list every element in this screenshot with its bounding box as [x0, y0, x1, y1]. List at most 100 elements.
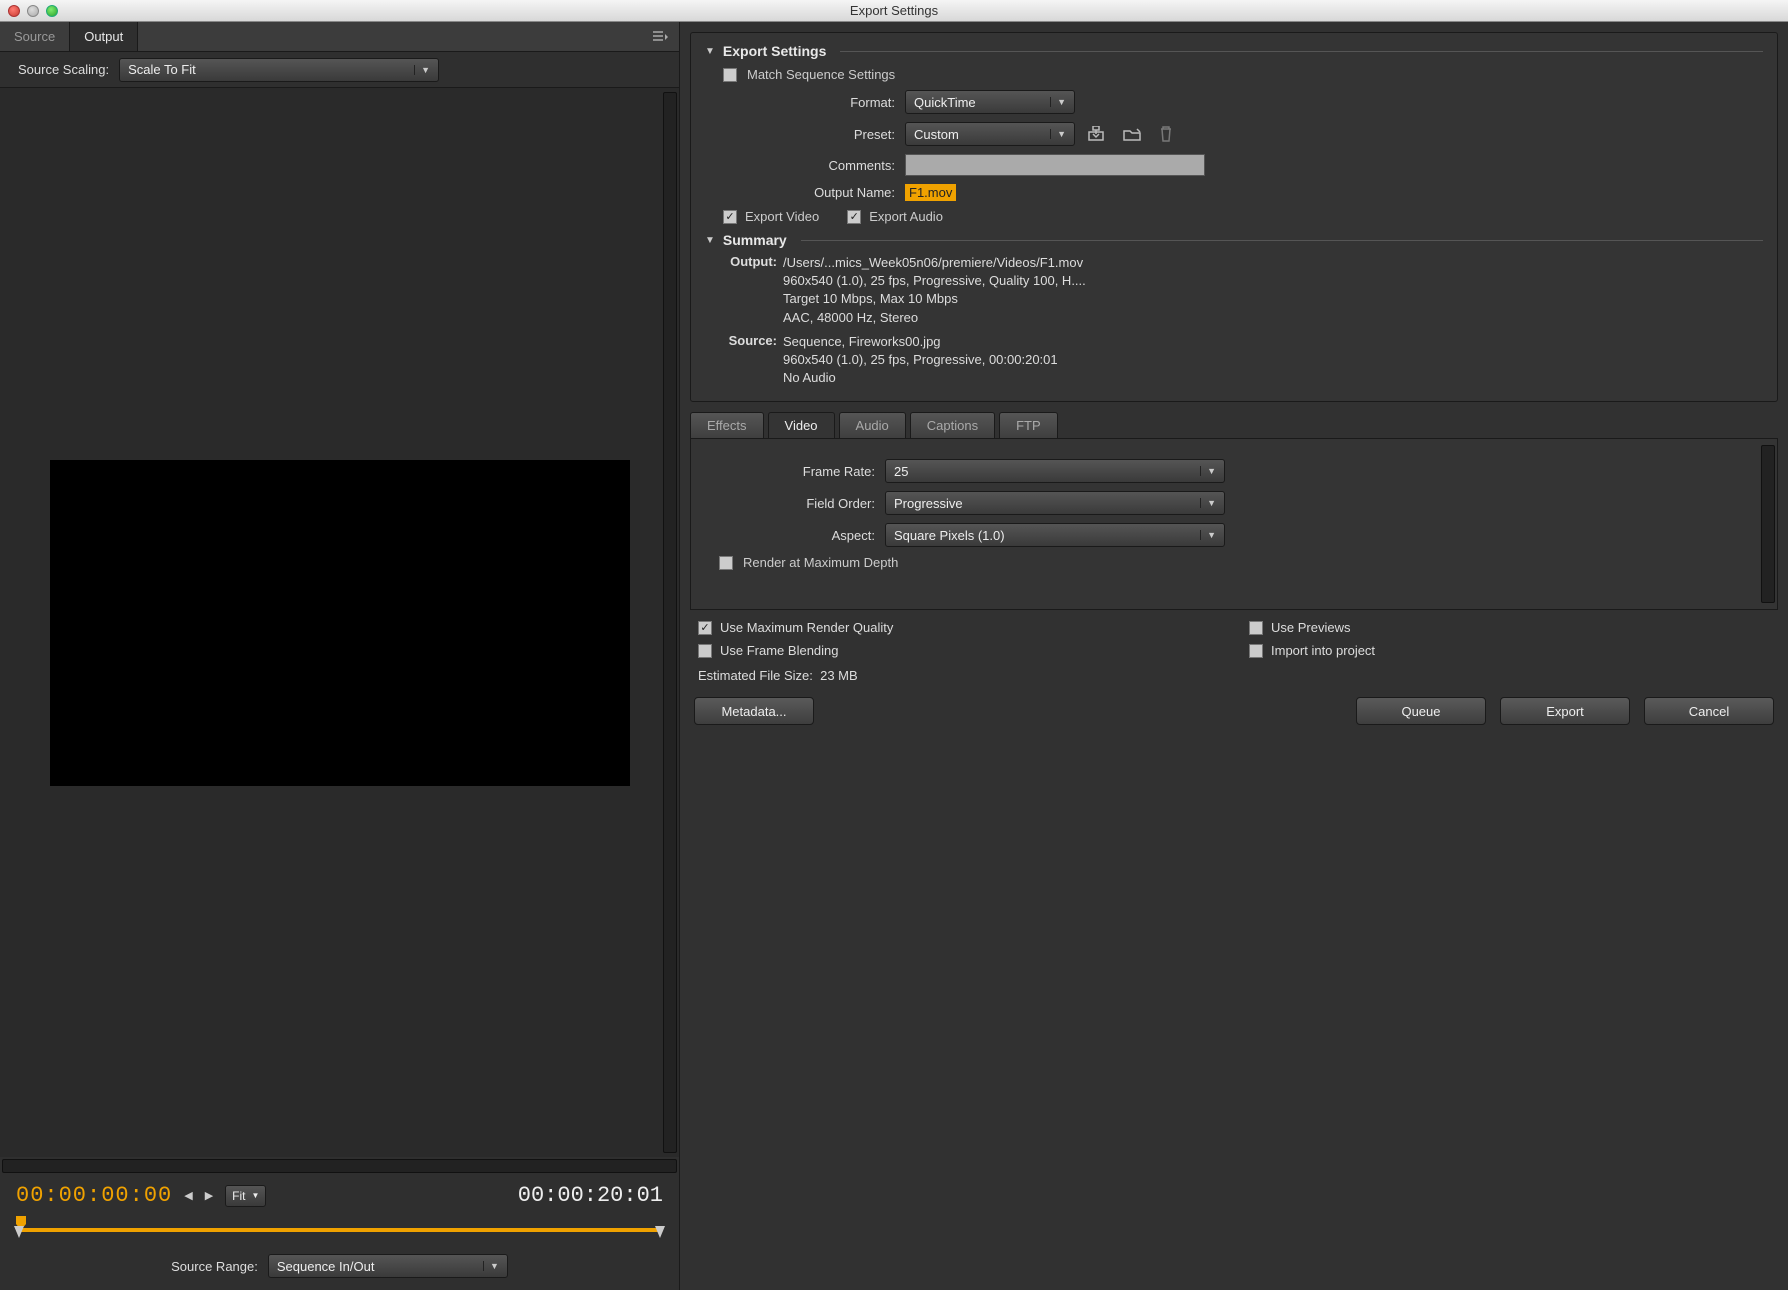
render-max-depth-checkbox[interactable] [719, 556, 733, 570]
timeline[interactable] [16, 1216, 663, 1242]
file-size-row: Estimated File Size: 23 MB [680, 664, 1788, 693]
use-previews-label: Use Previews [1271, 620, 1350, 635]
chevron-down-icon: ▼ [1200, 530, 1216, 540]
preview-pane: Source Output Source Scaling: Scale To F… [0, 22, 680, 1290]
chevron-down-icon: ▼ [1200, 466, 1216, 476]
render-options: Use Maximum Render Quality Use Previews … [680, 610, 1788, 664]
preset-dropdown[interactable]: Custom ▼ [905, 122, 1075, 146]
timecode-row: 00:00:00:00 ◀ ▶ Fit ▼ 00:00:20:01 [0, 1175, 679, 1216]
summary-title: Summary [723, 232, 787, 248]
summary-source-value: Sequence, Fireworks00.jpg 960x540 (1.0),… [783, 333, 1058, 388]
panel-menu-icon[interactable] [643, 22, 679, 51]
frame-rate-dropdown[interactable]: 25 ▼ [885, 459, 1225, 483]
source-scaling-row: Source Scaling: Scale To Fit ▼ [0, 52, 679, 88]
match-sequence-checkbox[interactable] [723, 68, 737, 82]
import-into-project-checkbox[interactable] [1249, 644, 1263, 658]
aspect-dropdown[interactable]: Square Pixels (1.0) ▼ [885, 523, 1225, 547]
export-audio-checkbox[interactable] [847, 210, 861, 224]
field-order-label: Field Order: [705, 496, 875, 511]
tab-captions[interactable]: Captions [910, 412, 995, 438]
zoom-dropdown[interactable]: Fit ▼ [225, 1185, 266, 1207]
out-point-handle[interactable] [655, 1226, 665, 1238]
preview-area [0, 88, 679, 1157]
source-range-label: Source Range: [171, 1259, 258, 1274]
export-settings-panel: ▼ Export Settings Match Sequence Setting… [690, 32, 1778, 402]
file-size-label: Estimated File Size: [698, 668, 813, 683]
metadata-button[interactable]: Metadata... [694, 697, 814, 725]
use-previews-checkbox[interactable] [1249, 621, 1263, 635]
use-max-quality-label: Use Maximum Render Quality [720, 620, 893, 635]
format-label: Format: [705, 95, 895, 110]
preview-scrollbar-horizontal[interactable] [2, 1159, 677, 1173]
source-range-value: Sequence In/Out [277, 1259, 475, 1274]
file-size-value: 23 MB [820, 668, 858, 683]
tab-effects[interactable]: Effects [690, 412, 764, 438]
use-frame-blending-label: Use Frame Blending [720, 643, 839, 658]
format-dropdown[interactable]: QuickTime ▼ [905, 90, 1075, 114]
tab-audio[interactable]: Audio [839, 412, 906, 438]
preset-label: Preset: [705, 127, 895, 142]
source-scaling-value: Scale To Fit [128, 62, 406, 77]
comments-label: Comments: [705, 158, 895, 173]
export-button[interactable]: Export [1500, 697, 1630, 725]
field-order-dropdown[interactable]: Progressive ▼ [885, 491, 1225, 515]
match-sequence-label: Match Sequence Settings [747, 67, 895, 82]
settings-tabs: Effects Video Audio Captions FTP [680, 412, 1788, 438]
export-video-checkbox[interactable] [723, 210, 737, 224]
use-max-quality-checkbox[interactable] [698, 621, 712, 635]
current-timecode[interactable]: 00:00:00:00 [16, 1183, 172, 1208]
summary-content: Output: /Users/...mics_Week05n06/premier… [723, 254, 1763, 387]
in-point-handle[interactable] [14, 1226, 24, 1238]
cancel-button[interactable]: Cancel [1644, 697, 1774, 725]
comments-input[interactable] [905, 154, 1205, 176]
summary-header[interactable]: ▼ Summary [705, 232, 1763, 248]
timeline-track[interactable] [16, 1228, 663, 1232]
preview-canvas[interactable] [50, 460, 630, 786]
video-settings-panel: Frame Rate: 25 ▼ Field Order: Progressiv… [690, 438, 1778, 610]
duration-timecode: 00:00:20:01 [518, 1183, 663, 1208]
render-max-depth-label: Render at Maximum Depth [743, 555, 898, 570]
export-settings-header[interactable]: ▼ Export Settings [705, 43, 1763, 59]
aspect-label: Aspect: [705, 528, 875, 543]
video-settings-scrollbar[interactable] [1761, 445, 1775, 603]
summary-source-label: Source: [723, 333, 783, 388]
export-video-label: Export Video [745, 209, 819, 224]
summary-output-label: Output: [723, 254, 783, 327]
chevron-down-icon: ▼ [483, 1261, 499, 1271]
save-preset-icon[interactable] [1085, 124, 1107, 144]
source-scaling-dropdown[interactable]: Scale To Fit ▼ [119, 58, 439, 82]
preview-tabs: Source Output [0, 22, 679, 52]
tab-video[interactable]: Video [768, 412, 835, 438]
source-range-dropdown[interactable]: Sequence In/Out ▼ [268, 1254, 508, 1278]
preview-scrollbar-vertical[interactable] [663, 92, 677, 1153]
zoom-value: Fit [232, 1189, 245, 1203]
disclose-triangle-icon[interactable]: ▼ [705, 235, 715, 246]
import-into-project-label: Import into project [1271, 643, 1375, 658]
chevron-down-icon: ▼ [252, 1191, 260, 1200]
queue-button[interactable]: Queue [1356, 697, 1486, 725]
frame-rate-label: Frame Rate: [705, 464, 875, 479]
tab-output[interactable]: Output [70, 22, 138, 51]
step-back-icon[interactable]: ◀ [184, 1189, 192, 1202]
use-frame-blending-checkbox[interactable] [698, 644, 712, 658]
output-name-link[interactable]: F1.mov [905, 184, 956, 201]
summary-output-value: /Users/...mics_Week05n06/premiere/Videos… [783, 254, 1086, 327]
chevron-down-icon: ▼ [1050, 97, 1066, 107]
import-preset-icon[interactable] [1121, 125, 1143, 143]
step-forward-icon[interactable]: ▶ [205, 1189, 213, 1202]
delete-preset-icon[interactable] [1157, 124, 1175, 144]
titlebar: Export Settings [0, 0, 1788, 22]
chevron-down-icon: ▼ [1200, 498, 1216, 508]
tab-ftp[interactable]: FTP [999, 412, 1058, 438]
settings-pane: ▼ Export Settings Match Sequence Setting… [680, 22, 1788, 1290]
disclose-triangle-icon[interactable]: ▼ [705, 46, 715, 57]
output-name-label: Output Name: [705, 185, 895, 200]
export-settings-title: Export Settings [723, 43, 826, 59]
chevron-down-icon: ▼ [1050, 129, 1066, 139]
export-audio-label: Export Audio [869, 209, 943, 224]
chevron-down-icon: ▼ [414, 65, 430, 75]
tab-source[interactable]: Source [0, 22, 70, 51]
window-title: Export Settings [0, 3, 1788, 18]
source-range-row: Source Range: Sequence In/Out ▼ [0, 1248, 679, 1290]
dialog-buttons: Metadata... Queue Export Cancel [680, 693, 1788, 739]
